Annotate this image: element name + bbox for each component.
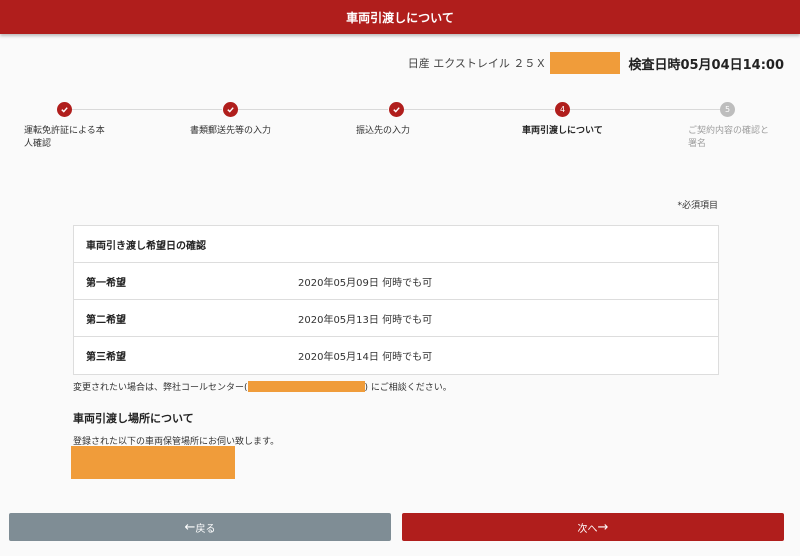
step-5-number: 5 <box>720 102 735 117</box>
step-1-label: 運転免許証による本人確認 <box>24 126 105 149</box>
back-button[interactable]: ← 戻る <box>9 513 391 541</box>
table-row: 第三希望 2020年05月14日 何時でも可 <box>74 337 718 374</box>
redacted-location-address <box>71 446 235 479</box>
step-connector <box>238 109 388 110</box>
delivery-date-table: 車両引き渡し希望日の確認 第一希望 2020年05月09日 何時でも可 第二希望… <box>73 225 719 375</box>
step-3-label: 振込先の入力 <box>356 126 411 136</box>
arrow-left-icon: ← <box>184 519 196 535</box>
step-connector <box>72 109 222 110</box>
step-2-label: 書類郵送先等の入力 <box>190 126 272 136</box>
next-button[interactable]: 次へ → <box>402 513 784 541</box>
inspection-datetime: 検査日時05月04日14:00 <box>628 57 784 73</box>
car-info: 日産 エクストレイル ２５Ｘ 検査日時05月04日14:00 <box>408 52 784 74</box>
back-button-label: 戻る <box>195 523 216 535</box>
next-button-label: 次へ <box>577 523 598 535</box>
step-connector <box>570 109 720 110</box>
top-bar: 車両引渡しについて <box>0 0 800 34</box>
progress-stepper: 4 5 運転免許証による本人確認 書類郵送先等の入力 振込先の入力 車両引渡しに… <box>0 100 800 160</box>
notice-text-before: 変更されたい場合は、弊社コールセンター( <box>73 383 248 393</box>
required-note: *必須項目 <box>677 201 718 211</box>
location-heading: 車両引渡し場所について <box>73 412 194 425</box>
car-name: 日産 エクストレイル ２５Ｘ <box>407 57 547 70</box>
table-row: 第二希望 2020年05月13日 何時でも可 <box>74 300 718 337</box>
choice-label: 第二希望 <box>86 314 126 326</box>
notice-text-after: ) にご相談ください。 <box>364 383 452 393</box>
change-notice: 変更されたい場合は、弊社コールセンター( ) にご相談ください。 <box>73 380 452 393</box>
page-title: 車両引渡しについて <box>346 10 454 25</box>
table-header-row: 車両引き渡し希望日の確認 <box>74 226 718 263</box>
choice-label: 第三希望 <box>86 352 126 363</box>
choice-label: 第一希望 <box>86 277 126 289</box>
step-2-check-icon <box>223 102 238 117</box>
choice-value: 2020年05月13日 何時でも可 <box>298 314 433 326</box>
step-1-check-icon <box>57 102 72 117</box>
redacted-phone-number <box>247 381 365 392</box>
step-3-check-icon <box>389 102 404 117</box>
choice-value: 2020年05月09日 何時でも可 <box>298 277 433 289</box>
step-connector <box>404 109 554 110</box>
choice-value: 2020年05月14日 何時でも可 <box>298 352 433 363</box>
arrow-right-icon: → <box>597 519 609 535</box>
step-4-label: 車両引渡しについて <box>522 126 603 136</box>
step-5-label: ご契約内容の確認と署名 <box>688 126 770 149</box>
redacted-car-info <box>550 52 621 74</box>
step-4-number: 4 <box>555 102 570 117</box>
table-row: 第一希望 2020年05月09日 何時でも可 <box>74 263 718 300</box>
table-title: 車両引き渡し希望日の確認 <box>86 240 206 252</box>
